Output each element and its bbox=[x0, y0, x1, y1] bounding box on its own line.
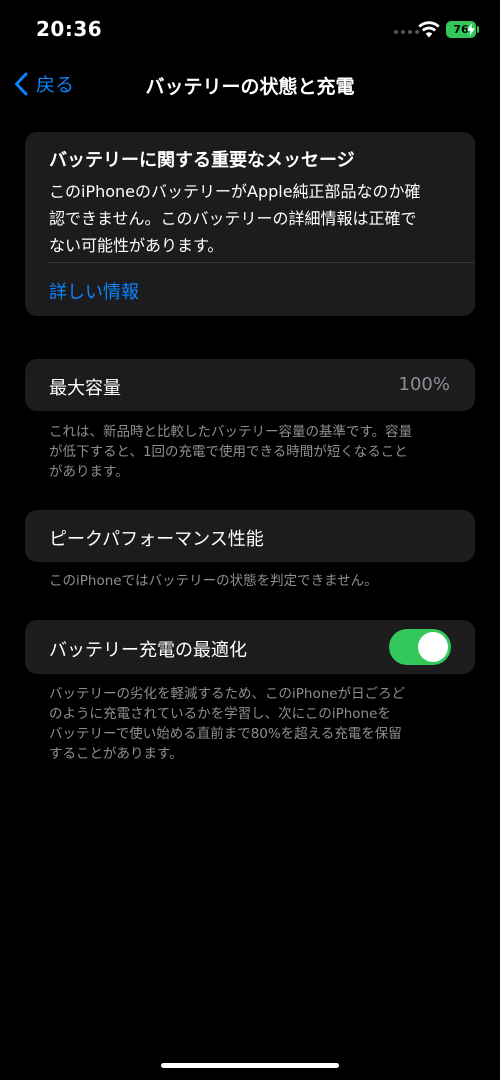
status-bar: 20:36 76 bbox=[0, 0, 500, 60]
max-capacity-value: 100% bbox=[398, 374, 450, 395]
cellular-signal-icon bbox=[394, 30, 419, 34]
max-capacity-footnote: これは、新品時と比較したバッテリー容量の基準です。容量 が低下すると、1回の充電… bbox=[49, 422, 459, 482]
toggle-knob bbox=[418, 632, 448, 662]
home-indicator[interactable] bbox=[161, 1063, 339, 1068]
optimized-charging-row: バッテリー充電の最適化 bbox=[25, 620, 475, 674]
max-capacity-label: 最大容量 bbox=[49, 378, 121, 399]
divider bbox=[49, 262, 475, 263]
peak-performance-label: ピークパフォーマンス性能 bbox=[49, 529, 264, 550]
navigation-bar: 戻る バッテリーの状態と充電 bbox=[0, 60, 500, 110]
footnote-line: することがあります。 bbox=[49, 746, 183, 762]
status-time: 20:36 bbox=[36, 17, 103, 41]
message-title: バッテリーに関する重要なメッセージ bbox=[49, 150, 355, 171]
wifi-icon bbox=[418, 21, 440, 38]
optimized-charging-label: バッテリー充電の最適化 bbox=[49, 640, 247, 661]
message-body-line: このiPhoneのバッテリーがApple純正部品なのか確 bbox=[49, 182, 421, 201]
max-capacity-row: 最大容量 100% bbox=[25, 359, 475, 411]
page-title: バッテリーの状態と充電 bbox=[145, 76, 355, 98]
footnote-line: これは、新品時と比較したバッテリー容量の基準です。容量 bbox=[49, 424, 413, 440]
footnote-line: バッテリーで使い始める直前まで80%を超える充電を保留 bbox=[49, 726, 402, 742]
charging-bolt-icon bbox=[467, 23, 475, 36]
optimized-charging-footnote: バッテリーの劣化を軽減するため、このiPhoneが日ごろど のように充電されてい… bbox=[49, 684, 459, 764]
footnote-line: のように充電されているかを学習し、次にこのiPhoneを bbox=[49, 706, 391, 722]
footnote-line: が低下すると、1回の充電で使用できる時間が短くなること bbox=[49, 444, 408, 460]
peak-performance-footnote: このiPhoneではバッテリーの状態を判定できません。 bbox=[49, 571, 459, 591]
message-body: このiPhoneのバッテリーがApple純正部品なのか確 認できません。このバッ… bbox=[49, 178, 459, 259]
message-body-line: ない可能性があります。 bbox=[49, 236, 224, 255]
footnote-line: があります。 bbox=[49, 464, 129, 480]
peak-performance-row: ピークパフォーマンス性能 bbox=[25, 510, 475, 562]
battery-message-card: バッテリーに関する重要なメッセージ このiPhoneのバッテリーがApple純正… bbox=[25, 132, 475, 316]
message-body-line: 認できません。このバッテリーの詳細情報は正確で bbox=[49, 209, 417, 228]
footnote-line: このiPhoneではバッテリーの状態を判定できません。 bbox=[49, 573, 378, 589]
more-info-link[interactable]: 詳しい情報 bbox=[49, 278, 139, 304]
optimized-charging-toggle[interactable] bbox=[389, 629, 451, 665]
battery-indicator: 76 bbox=[446, 21, 479, 38]
footnote-line: バッテリーの劣化を軽減するため、このiPhoneが日ごろど bbox=[49, 686, 406, 702]
